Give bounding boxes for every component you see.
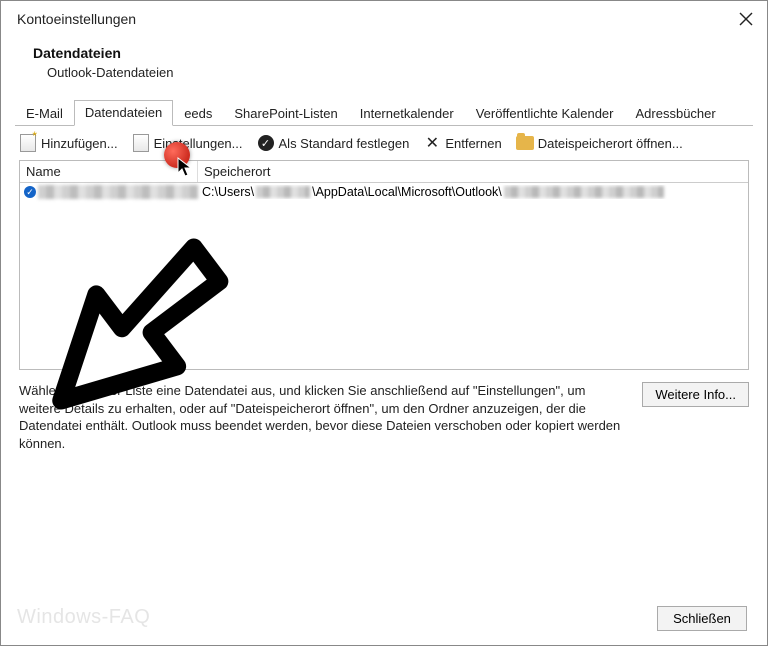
default-check-icon: ✓: [20, 186, 38, 198]
add-button[interactable]: Hinzufügen...: [19, 134, 118, 152]
remove-x-icon: ✕: [423, 134, 441, 152]
tab-email[interactable]: E-Mail: [15, 101, 74, 126]
row-name-blurred: [38, 185, 198, 199]
header-subtitle: Outlook-Datendateien: [33, 65, 735, 80]
remove-button[interactable]: ✕ Entfernen: [423, 134, 501, 152]
close-button[interactable]: Schließen: [657, 606, 747, 631]
check-circle-icon: ✓: [257, 134, 275, 152]
folder-open-icon: [516, 134, 534, 152]
header-block: Datendateien Outlook-Datendateien: [1, 37, 767, 98]
loc-prefix: C:\Users\: [202, 185, 254, 199]
col-name[interactable]: Name: [20, 161, 198, 182]
table-row[interactable]: ✓ C:\Users\ \AppData\Local\Microsoft\Out…: [20, 183, 748, 201]
bottom-bar: Schließen: [1, 591, 767, 645]
open-location-button[interactable]: Dateispeicherort öffnen...: [516, 134, 683, 152]
page-gear-icon: [132, 134, 150, 152]
tab-published-calendars[interactable]: Veröffentlichte Kalender: [465, 101, 625, 126]
tab-feeds[interactable]: eeds: [173, 101, 223, 126]
titlebar: Kontoeinstellungen: [1, 1, 767, 37]
setdefault-label: Als Standard festlegen: [279, 136, 410, 151]
close-icon[interactable]: [737, 10, 755, 28]
loc-tail-blurred: [504, 186, 664, 198]
settings-button[interactable]: Einstellungen...: [132, 134, 243, 152]
loc-user-blurred: [256, 186, 310, 198]
more-info-button[interactable]: Weitere Info...: [642, 382, 749, 407]
tabstrip: E-Mail Datendateien eeds SharePoint-List…: [15, 98, 753, 126]
toolbar: Hinzufügen... Einstellungen... ✓ Als Sta…: [1, 126, 767, 160]
col-location[interactable]: Speicherort: [198, 161, 748, 182]
add-label: Hinzufügen...: [41, 136, 118, 151]
header-title: Datendateien: [33, 45, 735, 61]
hint-text: Wählen Sie in der Liste eine Datendatei …: [19, 382, 628, 452]
page-add-icon: [19, 134, 37, 152]
set-default-button[interactable]: ✓ Als Standard festlegen: [257, 134, 410, 152]
tab-datafiles[interactable]: Datendateien: [74, 100, 173, 126]
row-location: C:\Users\ \AppData\Local\Microsoft\Outlo…: [202, 185, 748, 199]
tab-sharepoint[interactable]: SharePoint-Listen: [223, 101, 348, 126]
tab-internet-calendar[interactable]: Internetkalender: [349, 101, 465, 126]
remove-label: Entfernen: [445, 136, 501, 151]
loc-mid: \AppData\Local\Microsoft\Outlook\: [312, 185, 502, 199]
hint-row: Wählen Sie in der Liste eine Datendatei …: [1, 370, 767, 460]
datafiles-list[interactable]: Name Speicherort ✓ C:\Users\ \AppData\Lo…: [19, 160, 749, 370]
tab-address-books[interactable]: Adressbücher: [625, 101, 727, 126]
settings-label: Einstellungen...: [154, 136, 243, 151]
list-header: Name Speicherort: [20, 161, 748, 183]
window-title: Kontoeinstellungen: [17, 11, 136, 27]
openloc-label: Dateispeicherort öffnen...: [538, 136, 683, 151]
